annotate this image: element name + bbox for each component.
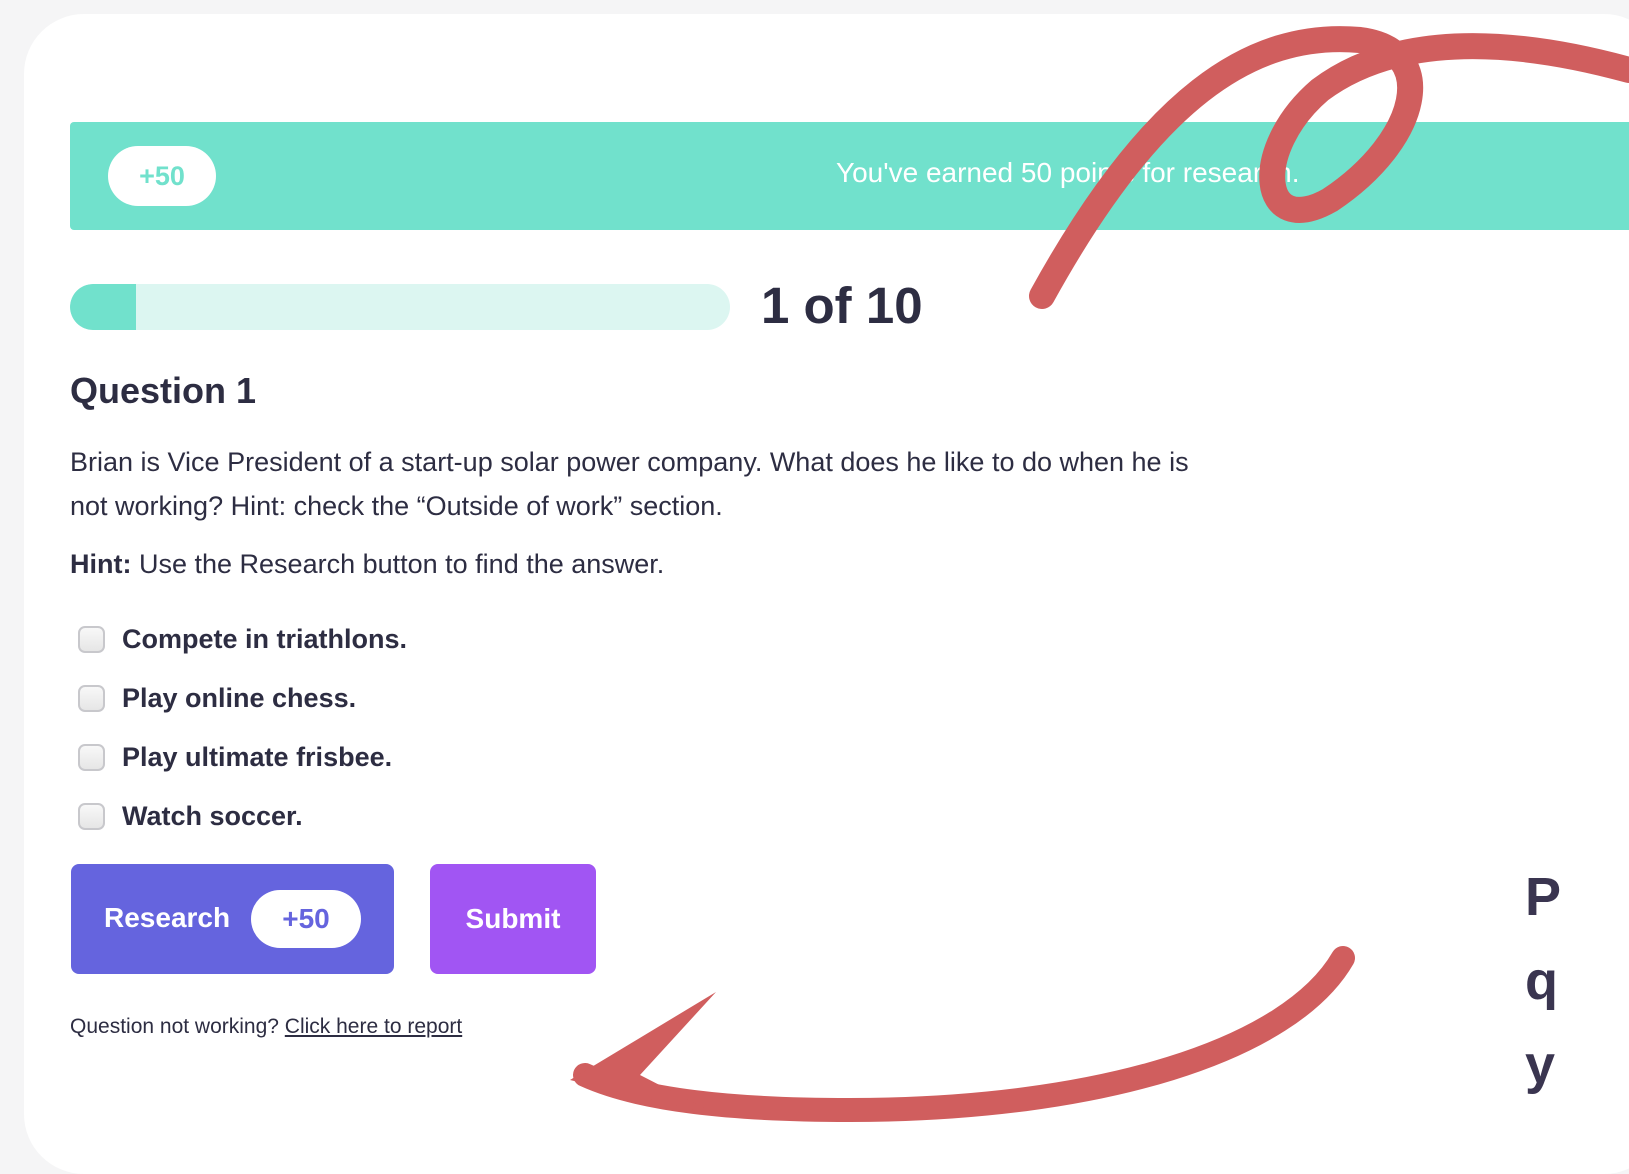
question-text: Brian is Vice President of a start-up so… xyxy=(70,447,1189,521)
answer-option-label: Compete in triathlons. xyxy=(122,624,408,654)
banner-message: You've earned 50 points for research. xyxy=(836,157,1300,188)
side-caption-line: y xyxy=(1525,1035,1556,1095)
research-button-label: Research xyxy=(104,902,231,933)
question-hint: Hint: Use the Research button to find th… xyxy=(70,549,664,580)
research-points-badge: +50 xyxy=(251,890,361,948)
points-banner: +50 You've earned 50 points for research… xyxy=(70,122,1629,230)
answer-options: Compete in triathlons. Play online chess… xyxy=(78,610,407,846)
answer-checkbox[interactable] xyxy=(78,744,105,771)
answer-option[interactable]: Play ultimate frisbee. xyxy=(78,728,407,787)
progress-bar xyxy=(70,284,730,330)
answer-option[interactable]: Watch soccer. xyxy=(78,787,407,846)
hint-label: Hint: xyxy=(70,549,132,579)
report-footer: Question not working? Click here to repo… xyxy=(70,1015,462,1039)
progress-bar-fill xyxy=(70,284,136,330)
answer-option-label: Play ultimate frisbee. xyxy=(122,742,393,772)
answer-option[interactable]: Compete in triathlons. xyxy=(78,610,407,669)
answer-option[interactable]: Play online chess. xyxy=(78,669,407,728)
answer-checkbox[interactable] xyxy=(78,803,105,830)
question-title: Question 1 xyxy=(70,370,257,411)
report-prompt: Question not working? xyxy=(70,1015,285,1038)
answer-checkbox[interactable] xyxy=(78,626,105,653)
side-caption: Pqy xyxy=(1525,855,1561,1107)
research-button[interactable]: Research +50 xyxy=(71,864,394,974)
submit-button[interactable]: Submit xyxy=(430,864,596,974)
side-caption-line: P xyxy=(1525,867,1562,927)
side-caption-line: q xyxy=(1525,951,1558,1011)
progress-counter: 1 of 10 xyxy=(761,277,923,334)
report-link[interactable]: Click here to report xyxy=(285,1015,462,1038)
answer-option-label: Watch soccer. xyxy=(122,801,303,831)
hint-text: Use the Research button to find the answ… xyxy=(131,549,665,579)
answer-option-label: Play online chess. xyxy=(122,683,357,713)
answer-checkbox[interactable] xyxy=(78,685,105,712)
points-badge: +50 xyxy=(108,146,216,206)
